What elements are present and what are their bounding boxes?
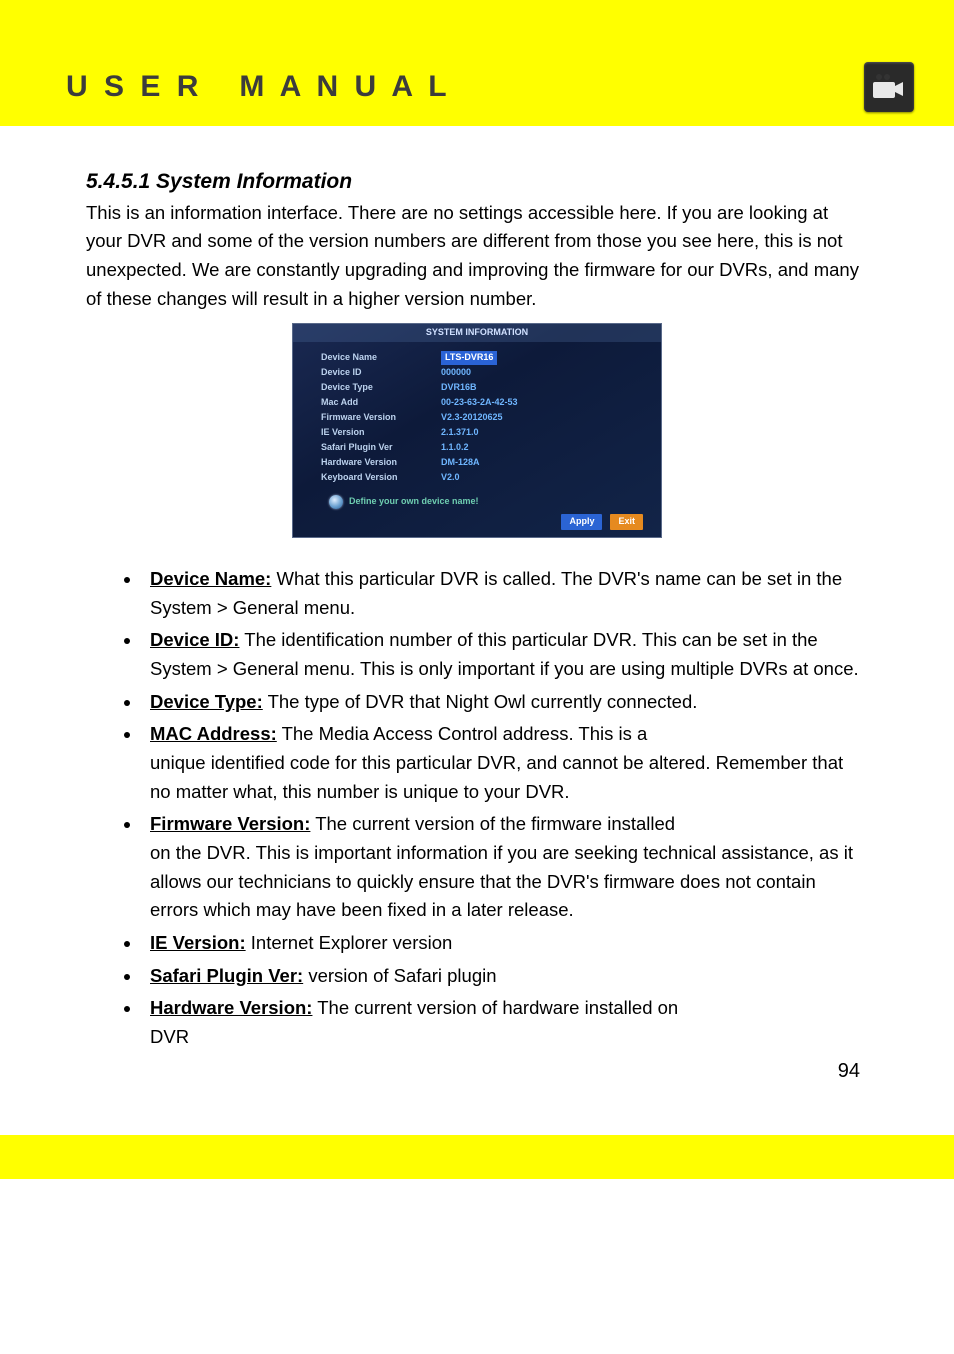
- term-text: The Media Access Control address. This i…: [277, 723, 648, 744]
- term-continuation: on the DVR. This is important informatio…: [150, 839, 868, 925]
- apply-button[interactable]: Apply: [561, 514, 602, 530]
- section-intro: This is an information interface. There …: [86, 199, 868, 314]
- dialog-buttons: Apply Exit: [561, 514, 643, 530]
- list-item: Device Name: What this particular DVR is…: [142, 565, 868, 622]
- term-label: Device ID:: [150, 629, 239, 650]
- dialog-row: Keyboard VersionV2.0: [321, 470, 647, 485]
- list-item: Firmware Version: The current version of…: [142, 810, 868, 925]
- term-text: The current version of the firmware inst…: [310, 813, 675, 834]
- bullet-list: Device Name: What this particular DVR is…: [86, 565, 868, 1052]
- system-info-dialog: SYSTEM INFORMATION Device NameLTS-DVR16D…: [292, 323, 662, 538]
- list-item: Hardware Version: The current version of…: [142, 994, 868, 1051]
- exit-button[interactable]: Exit: [610, 514, 643, 530]
- term-label: Device Name:: [150, 568, 271, 589]
- list-item: IE Version: Internet Explorer version: [142, 929, 868, 958]
- dialog-row: Device TypeDVR16B: [321, 380, 647, 395]
- dialog-row-value: 1.1.0.2: [441, 441, 469, 455]
- dialog-row-value: V2.3-20120625: [441, 411, 503, 425]
- term-text: version of Safari plugin: [303, 965, 496, 986]
- page-content: 5.4.5.1 System Information This is an in…: [0, 126, 954, 1127]
- dialog-body: Device NameLTS-DVR16Device ID000000Devic…: [293, 342, 661, 485]
- term-continuation: unique identified code for this particul…: [150, 749, 868, 806]
- dialog-row-label: Firmware Version: [321, 411, 441, 425]
- dialog-row: Device NameLTS-DVR16: [321, 350, 647, 365]
- list-item: Safari Plugin Ver: version of Safari plu…: [142, 962, 868, 991]
- term-text: The identification number of this partic…: [150, 629, 859, 679]
- page-number: 94: [86, 1056, 868, 1087]
- dialog-row-value: LTS-DVR16: [441, 351, 497, 365]
- dialog-row-value: 2.1.371.0: [441, 426, 479, 440]
- dialog-row: Mac Add00-23-63-2A-42-53: [321, 395, 647, 410]
- embedded-screenshot: SYSTEM INFORMATION Device NameLTS-DVR16D…: [86, 323, 868, 547]
- dialog-row-label: Device Type: [321, 381, 441, 395]
- header-bar: U S E R M A N U A L: [0, 48, 954, 126]
- dialog-row-label: Device ID: [321, 366, 441, 380]
- dialog-title: SYSTEM INFORMATION: [293, 324, 661, 342]
- dialog-row: Safari Plugin Ver1.1.0.2: [321, 440, 647, 455]
- term-label: Firmware Version:: [150, 813, 310, 834]
- dialog-row-label: IE Version: [321, 426, 441, 440]
- term-continuation: DVR: [150, 1023, 868, 1052]
- footer-stripe: [0, 1135, 954, 1179]
- dialog-row: Firmware VersionV2.3-20120625: [321, 410, 647, 425]
- term-label: IE Version:: [150, 932, 246, 953]
- list-item: Device Type: The type of DVR that Night …: [142, 688, 868, 717]
- dialog-row-value: DM-128A: [441, 456, 480, 470]
- term-text: The current version of hardware installe…: [312, 997, 678, 1018]
- dialog-tip-text: Define your own device name!: [349, 495, 479, 509]
- dialog-row-label: Device Name: [321, 351, 441, 365]
- term-text: The type of DVR that Night Owl currently…: [263, 691, 698, 712]
- dialog-row-label: Keyboard Version: [321, 471, 441, 485]
- term-text: Internet Explorer version: [246, 932, 453, 953]
- list-item: MAC Address: The Media Access Control ad…: [142, 720, 868, 806]
- dialog-row-value: V2.0: [441, 471, 460, 485]
- dialog-row: IE Version2.1.371.0: [321, 425, 647, 440]
- dialog-row-value: DVR16B: [441, 381, 477, 395]
- topbar-stripe: [0, 0, 954, 48]
- list-item: Device ID: The identification number of …: [142, 626, 868, 683]
- term-label: Device Type:: [150, 691, 263, 712]
- manual-title: U S E R M A N U A L: [66, 70, 451, 104]
- dialog-row-label: Mac Add: [321, 396, 441, 410]
- dialog-row: Device ID000000: [321, 365, 647, 380]
- term-label: Hardware Version:: [150, 997, 312, 1018]
- camera-icon: [864, 62, 914, 112]
- lightbulb-icon: [329, 495, 343, 509]
- dialog-row-label: Safari Plugin Ver: [321, 441, 441, 455]
- dialog-row-value: 000000: [441, 366, 471, 380]
- term-label: Safari Plugin Ver:: [150, 965, 303, 986]
- term-label: MAC Address:: [150, 723, 277, 744]
- section-heading: 5.4.5.1 System Information: [86, 166, 868, 199]
- dialog-row: Hardware VersionDM-128A: [321, 455, 647, 470]
- dialog-row-label: Hardware Version: [321, 456, 441, 470]
- dialog-row-value: 00-23-63-2A-42-53: [441, 396, 518, 410]
- dialog-tip: Define your own device name!: [329, 495, 479, 509]
